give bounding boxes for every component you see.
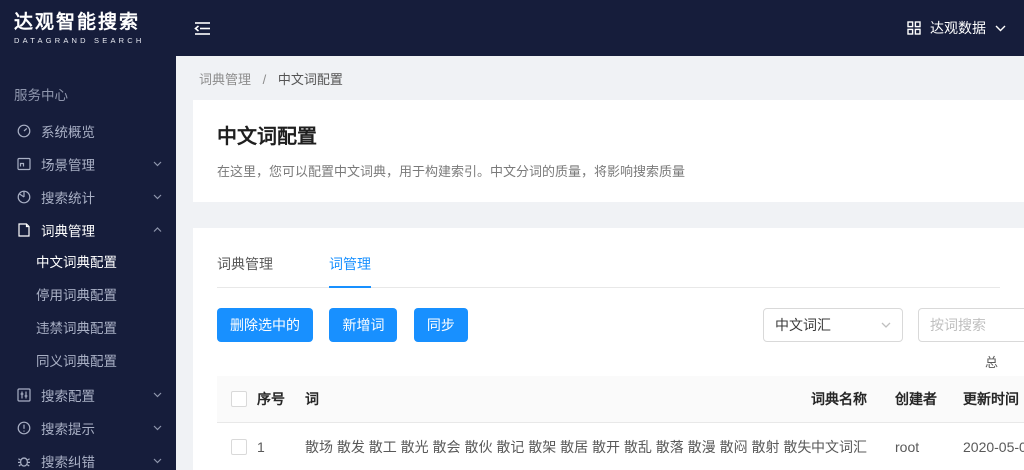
sidebar-item-scene-management[interactable]: 场景管理: [0, 147, 176, 180]
add-word-button[interactable]: 新增词: [329, 308, 398, 342]
page-description: 在这里，您可以配置中文词典，用于构建索引。中文分词的质量，将影响搜索质量: [217, 164, 686, 179]
dictionary-select[interactable]: 中文词汇: [763, 308, 903, 342]
sidebar-item-search-config[interactable]: 搜索配置: [0, 378, 176, 411]
chevron-down-icon: [153, 458, 162, 464]
sidebar-item-dictionary-management[interactable]: 词典管理: [0, 213, 176, 246]
org-name: 达观数据: [930, 20, 986, 36]
row-creator: root: [895, 438, 920, 455]
dictionary-select-value: 中文词汇: [775, 317, 831, 333]
tab-dictionary-management[interactable]: 词典管理: [217, 246, 273, 287]
chevron-down-icon: [153, 194, 162, 200]
sidebar-item-label: 搜索统计: [41, 190, 95, 206]
content-card: 词典管理 词管理 删除选中的 新增词 同步 中文词汇 总 序号 词 词典名称 创…: [193, 228, 1024, 470]
app-logo: 达观智能搜索 DATAGRAND SEARCH: [0, 12, 176, 45]
breadcrumb-chinese-word-config: 中文词配置: [277, 72, 343, 87]
row-updated: 2020-05-06: [963, 438, 1024, 455]
logo-subtitle: DATAGRAND SEARCH: [14, 35, 145, 45]
chevron-down-icon: [881, 322, 891, 328]
column-header-word: 词: [305, 391, 319, 407]
breadcrumb-dictionary-management[interactable]: 词典管理: [199, 72, 251, 87]
word-search-input[interactable]: [918, 308, 1024, 342]
words-table: 序号 词 词典名称 创建者 更新时间 1 散场 散发 散工 散光 散会 散伙 散…: [217, 376, 1024, 470]
sidebar-item-label: 搜索提示: [41, 421, 95, 437]
apps-grid-icon: [907, 21, 921, 35]
column-header-creator: 创建者: [895, 391, 937, 407]
toolbar: 删除选中的 新增词 同步 中文词汇: [217, 308, 1024, 342]
column-header-updated: 更新时间: [963, 391, 1019, 407]
sidebar-section-label: 服务中心: [14, 88, 68, 103]
breadcrumb-separator: /: [262, 72, 267, 87]
sidebar-nav: 服务中心 系统概览 场景管理 搜索统计 词典管理 中文词典配置 停用词典配置 违…: [0, 56, 176, 470]
sidebar-item-label: 词典管理: [41, 223, 95, 239]
dictionary-icon: [17, 222, 31, 237]
logo-title: 达观智能搜索: [14, 11, 141, 33]
row-index: 1: [257, 438, 265, 455]
sidebar-subitem-synonym-dict-config[interactable]: 同义词典配置: [0, 345, 176, 378]
pie-chart-icon: [17, 190, 31, 204]
tab-word-management[interactable]: 词管理: [329, 246, 371, 288]
sidebar-subitem-stopword-dict-config[interactable]: 停用词典配置: [0, 279, 176, 312]
tab-bar: 词典管理 词管理: [217, 246, 1000, 288]
table-header-row: 序号 词 词典名称 创建者 更新时间: [217, 376, 1024, 423]
bug-icon: [17, 454, 31, 468]
sidebar-item-search-correction[interactable]: 搜索纠错: [0, 444, 176, 470]
total-count-text: 总: [984, 355, 998, 370]
sidebar-item-search-suggest[interactable]: 搜索提示: [0, 411, 176, 444]
select-all-checkbox[interactable]: [231, 391, 247, 407]
sidebar-subitem-banned-dict-config[interactable]: 违禁词典配置: [0, 312, 176, 345]
row-words: 散场 散发 散工 散光 散会 散伙 散记 散架 散居 散开 散乱 散落 散漫 散…: [305, 438, 811, 455]
chevron-down-icon: [153, 425, 162, 431]
chevron-down-icon: [153, 392, 162, 398]
column-header-index: 序号: [257, 391, 285, 407]
top-header: 达观智能搜索 DATAGRAND SEARCH 达观数据: [0, 0, 1024, 56]
sidebar-item-search-stats[interactable]: 搜索统计: [0, 180, 176, 213]
dashboard-icon: [17, 124, 31, 138]
sidebar-item-label: 场景管理: [41, 157, 95, 173]
sync-button[interactable]: 同步: [413, 308, 468, 342]
chevron-up-icon: [153, 226, 162, 233]
breadcrumb: 词典管理 / 中文词配置: [176, 56, 1024, 100]
page-header-card: 中文词配置 在这里，您可以配置中文词典，用于构建索引。中文分词的质量，将影响搜索…: [193, 100, 1024, 202]
sidebar-subitem-chinese-dict-config[interactable]: 中文词典配置: [0, 246, 176, 279]
sliders-icon: [17, 387, 31, 402]
row-dict-name: 中文词汇: [811, 438, 867, 455]
table-row: 1 散场 散发 散工 散光 散会 散伙 散记 散架 散居 散开 散乱 散落 散漫…: [217, 423, 1024, 470]
column-header-dict-name: 词典名称: [811, 391, 867, 407]
exclamation-circle-icon: [17, 421, 31, 435]
chevron-down-icon: [153, 161, 162, 167]
delete-selected-button[interactable]: 删除选中的: [217, 308, 313, 342]
scene-icon: [17, 157, 31, 171]
chevron-down-icon: [995, 25, 1006, 32]
page-title: 中文词配置: [217, 126, 317, 148]
sidebar-collapse-button[interactable]: [194, 21, 211, 36]
org-switcher[interactable]: 达观数据: [907, 18, 1024, 38]
main-content: 词典管理 / 中文词配置 中文词配置 在这里，您可以配置中文词典，用于构建索引。…: [176, 56, 1024, 470]
menu-fold-icon: [194, 21, 211, 36]
sidebar-item-label: 搜索纠错: [41, 454, 95, 470]
sidebar-item-system-overview[interactable]: 系统概览: [0, 114, 176, 147]
row-checkbox[interactable]: [231, 438, 247, 455]
sidebar-item-label: 系统概览: [41, 124, 95, 140]
sidebar-item-label: 搜索配置: [41, 388, 95, 404]
